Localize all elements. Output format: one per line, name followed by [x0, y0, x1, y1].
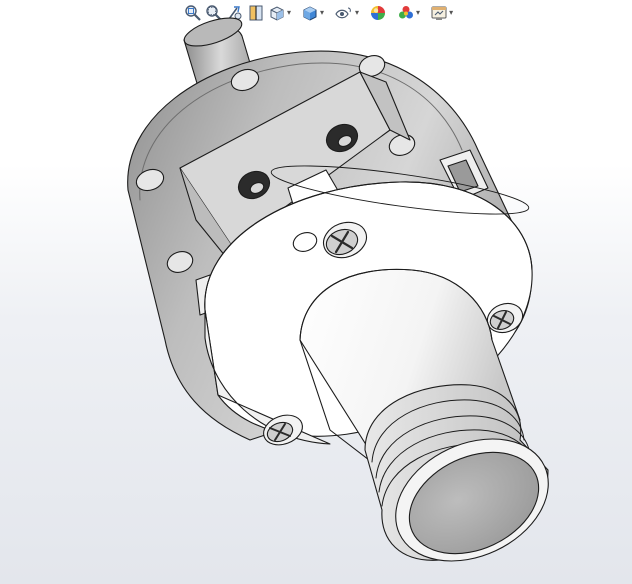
rotary-actuator-3d-model[interactable]: [0, 0, 632, 584]
graphics-viewport[interactable]: ▾ ▾ ▾ ▾ ▾: [0, 0, 632, 584]
threaded-end: [364, 384, 549, 562]
